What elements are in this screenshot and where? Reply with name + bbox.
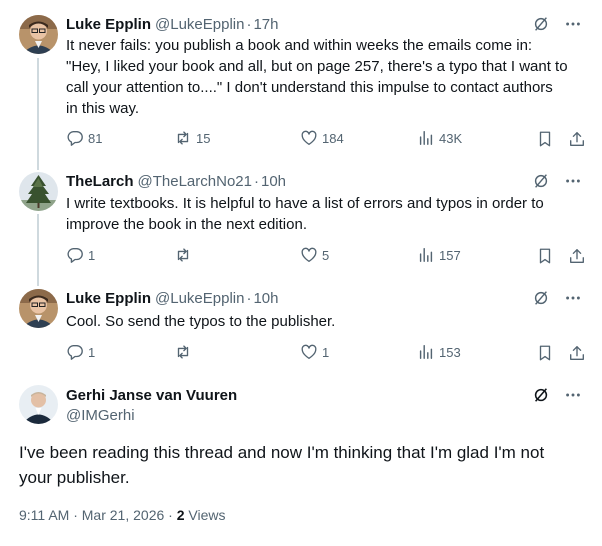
tweet-time[interactable]: 10h — [253, 290, 278, 307]
handle-row: @IMGerhi — [66, 405, 582, 425]
action-bar: 1 1 153 — [66, 343, 586, 363]
like-count: 184 — [322, 130, 344, 146]
author-handle[interactable]: @IMGerhi — [66, 407, 135, 424]
avatar[interactable] — [19, 172, 58, 211]
avatar[interactable] — [19, 15, 58, 54]
views-label: Views — [184, 507, 226, 523]
avatar[interactable] — [19, 385, 58, 424]
more-icon[interactable] — [564, 15, 582, 33]
grok-icon[interactable] — [532, 15, 550, 33]
like-button[interactable]: 184 — [300, 129, 344, 147]
views-count: 43K — [439, 130, 463, 146]
views-icon — [419, 247, 433, 263]
tweet-text: It never fails: you publish a book and w… — [66, 35, 586, 119]
reply-count: 1 — [88, 247, 96, 263]
tweet-text-line: I've been reading this thread and now I'… — [19, 443, 545, 462]
views-count: 157 — [439, 247, 461, 263]
more-icon[interactable] — [564, 289, 582, 307]
repost-icon — [177, 131, 189, 145]
tweet-header: Luke Epplin @LukeEpplin · 17h — [66, 14, 582, 34]
author-handle[interactable]: @LukeEpplin — [155, 290, 244, 307]
author-handle[interactable]: @LukeEpplin — [155, 16, 244, 33]
more-icon[interactable] — [564, 386, 582, 404]
repost-button[interactable] — [174, 246, 196, 264]
tweet-text-line: your publisher. — [19, 468, 130, 487]
reply-button[interactable]: 1 — [66, 246, 95, 264]
tweet-header: Luke Epplin @LukeEpplin · 10h — [66, 288, 582, 308]
like-button[interactable]: 5 — [300, 246, 329, 264]
tweet-text-line: It never fails: you publish a book and w… — [66, 37, 533, 54]
separator-dot: · — [253, 172, 259, 190]
tweet-header: TheLarch @TheLarchNo21 · 10h — [66, 171, 582, 191]
bookmark-icon[interactable] — [536, 130, 554, 148]
repost-icon — [177, 248, 189, 262]
reply-count: 1 — [88, 344, 96, 360]
views-count: 2 — [176, 507, 185, 523]
reply-icon — [67, 248, 83, 263]
thread-line — [37, 58, 39, 170]
like-icon — [301, 130, 317, 145]
timestamp[interactable]: 9:11 AM · Mar 21, 2026 · — [19, 507, 177, 523]
reply-icon — [67, 131, 83, 146]
repost-button[interactable] — [174, 343, 196, 361]
tweet-text-line: I write textbooks. It is helpful to have… — [66, 195, 544, 212]
like-icon — [301, 247, 317, 262]
separator-dot: · — [246, 289, 252, 307]
author-name[interactable]: Luke Epplin — [66, 290, 151, 307]
grok-icon[interactable] — [532, 386, 550, 404]
action-bar: 1 5 157 — [66, 246, 586, 266]
bookmark-icon[interactable] — [536, 344, 554, 362]
author-handle[interactable]: @TheLarchNo21 — [138, 173, 252, 190]
tweet-time[interactable]: 10h — [261, 173, 286, 190]
share-icon[interactable] — [568, 130, 586, 148]
tweet-meta: 9:11 AM · Mar 21, 2026 · 2 Views — [19, 507, 226, 523]
like-count: 5 — [322, 247, 330, 263]
reply-icon — [67, 345, 83, 360]
more-icon[interactable] — [564, 172, 582, 190]
author-name[interactable]: Luke Epplin — [66, 16, 151, 33]
tweet-text: I've been reading this thread and now I'… — [19, 440, 579, 490]
separator-dot: · — [246, 15, 252, 33]
grok-icon[interactable] — [532, 172, 550, 190]
grok-icon[interactable] — [532, 289, 550, 307]
reply-button[interactable]: 1 — [66, 343, 95, 361]
like-count: 1 — [322, 344, 330, 360]
tweet-text-line: in this way. — [66, 100, 140, 117]
tweet-text: I write textbooks. It is helpful to have… — [66, 193, 586, 235]
repost-icon — [177, 345, 189, 359]
bookmark-icon[interactable] — [536, 247, 554, 265]
views-icon — [419, 130, 433, 146]
share-icon[interactable] — [568, 247, 586, 265]
tweet-text-line: improve the book in the next edition. — [66, 216, 307, 233]
tweet-text-line: call your attention to...." I don't unde… — [66, 79, 553, 96]
repost-button[interactable]: 15 — [174, 129, 210, 147]
views-button[interactable]: 153 — [417, 343, 461, 361]
tweet-text-line: Cool. So send the typos to the publisher… — [66, 313, 336, 330]
tweet-text: Cool. So send the typos to the publisher… — [66, 311, 586, 332]
like-icon — [301, 344, 317, 359]
views-button[interactable]: 157 — [417, 246, 461, 264]
tweet-text-line: "Hey, I liked your book and all, but on … — [66, 58, 568, 75]
share-icon[interactable] — [568, 344, 586, 362]
repost-count: 15 — [196, 130, 211, 146]
avatar[interactable] — [19, 289, 58, 328]
author-name[interactable]: Gerhi Janse van Vuuren — [66, 387, 237, 404]
views-icon — [419, 344, 433, 360]
tweet-time[interactable]: 17h — [253, 16, 278, 33]
author-name[interactable]: TheLarch — [66, 173, 134, 190]
reply-button[interactable]: 81 — [66, 129, 102, 147]
views-button[interactable]: 43K — [417, 129, 462, 147]
reply-count: 81 — [88, 130, 103, 146]
action-bar: 81 15 184 43K — [66, 129, 586, 149]
like-button[interactable]: 1 — [300, 343, 329, 361]
tweet-header: Gerhi Janse van Vuuren — [66, 385, 582, 405]
views-count: 153 — [439, 344, 461, 360]
thread-line — [37, 214, 39, 286]
